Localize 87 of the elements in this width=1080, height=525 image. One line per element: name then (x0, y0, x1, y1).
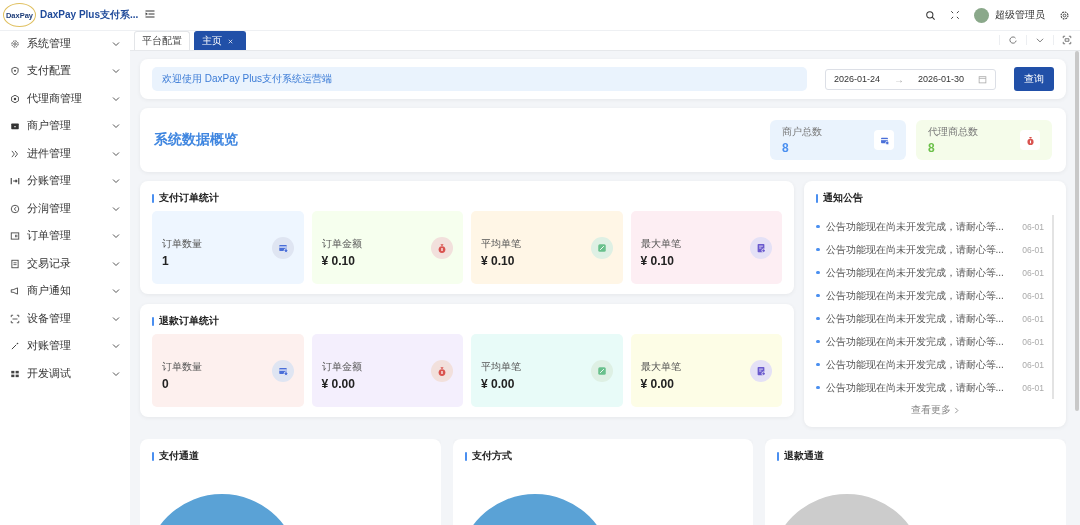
window-icon (10, 231, 20, 242)
view-more-link[interactable]: 查看更多 (910, 403, 960, 417)
card-icon (271, 359, 294, 382)
section-title: 支付订单统计 (159, 191, 219, 205)
sidebar-menu-item[interactable]: 开发调试 (0, 360, 130, 388)
counter-label: 商户总数 (782, 125, 823, 139)
card-icon (10, 121, 20, 132)
card-icon (874, 130, 894, 150)
wand-icon (10, 341, 20, 352)
notice-item[interactable]: 公告功能现在尚未开发完成，请耐心等... 06-01 (816, 330, 1044, 353)
stat-label: 平均单笔 (481, 360, 522, 374)
sidebar-menu-item[interactable]: 设备管理 (0, 305, 130, 333)
card-icon (271, 236, 294, 259)
stat-label: 最大单笔 (640, 237, 682, 251)
shield-icon (10, 66, 20, 77)
split-arrow-icon (10, 176, 20, 187)
tab[interactable]: 主页 (194, 31, 246, 50)
document-icon (750, 359, 772, 382)
date-range-field[interactable]: 2026-01-24 → 2026-01-30 (824, 68, 996, 90)
stat-label: 订单数量 (162, 360, 203, 374)
notice-item[interactable]: 公告功能现在尚未开发完成，请耐心等... 06-01 (816, 261, 1044, 284)
stat-value: ¥ 0.10 (321, 254, 356, 268)
notice-item[interactable]: 公告功能现在尚未开发完成，请耐心等... 06-01 (816, 284, 1044, 307)
gear-icon (10, 38, 20, 49)
section-title: 支付方式 (471, 449, 512, 463)
settings-icon[interactable] (1059, 9, 1070, 21)
sidebar-menu-item[interactable]: 系统管理 (0, 30, 130, 58)
notice-item[interactable]: 公告功能现在尚未开发完成，请耐心等... 06-01 (816, 238, 1044, 261)
sidebar-menu-item[interactable]: 对账管理 (0, 332, 130, 360)
sidebar-menu-item[interactable]: 支付配置 (0, 57, 130, 85)
section-title: 支付通道 (159, 449, 199, 463)
money-bag-icon (431, 236, 453, 259)
sidebar-menu-item[interactable]: 订单管理 (0, 222, 130, 250)
stat-value: 0 (162, 377, 170, 391)
percent-icon (590, 359, 613, 382)
search-icon[interactable] (925, 9, 936, 21)
notice-item[interactable]: 公告功能现在尚未开发完成，请耐心等... 06-01 (816, 215, 1044, 238)
stat-label: 订单金额 (321, 360, 363, 374)
money-bag-icon (431, 359, 453, 382)
stat-label: 订单金额 (321, 237, 363, 251)
notice-item[interactable]: 公告功能现在尚未开发完成，请耐心等... 06-01 (816, 376, 1044, 399)
coin-icon (10, 203, 20, 214)
percent-icon (590, 236, 613, 259)
stat-value: ¥ 0.00 (481, 377, 516, 391)
stat-value: ¥ 0.00 (321, 377, 356, 391)
chevron-right-icon (953, 406, 960, 414)
scan-icon (10, 313, 20, 324)
document-icon (750, 236, 772, 259)
notice-item[interactable]: 公告功能现在尚未开发完成，请耐心等... 06-01 (816, 307, 1044, 330)
calendar-icon (978, 74, 987, 84)
document-icon (10, 258, 20, 269)
stat-value: ¥ 0.10 (640, 254, 675, 268)
counter-value: 8 (782, 141, 790, 155)
sidebar-menu-item[interactable]: 交易记录 (0, 250, 130, 278)
sidebar-menu-item[interactable]: 代理商管理 (0, 85, 130, 113)
stat-label: 最大单笔 (640, 360, 682, 374)
overview-title: 系统数据概览 (154, 131, 239, 149)
double-chevron-icon (10, 148, 20, 159)
grid-icon (10, 368, 20, 379)
sidebar-menu-item[interactable]: 商户通知 (0, 277, 130, 305)
megaphone-icon (10, 286, 20, 297)
sidebar-menu-item[interactable]: 分账管理 (0, 167, 130, 195)
user-name[interactable]: 超级管理员 (995, 8, 1045, 22)
menu-icon[interactable] (144, 8, 157, 20)
sidebar-menu-item[interactable]: 商户管理 (0, 112, 130, 140)
welcome-banner: 欢迎使用 DaxPay Plus支付系统运营端 (152, 67, 807, 91)
tab[interactable]: 平台配置 (134, 31, 190, 50)
notice-item[interactable]: 公告功能现在尚未开发完成，请耐心等... 06-01 (816, 353, 1044, 376)
section-title: 通知公告 (823, 191, 863, 205)
hexagon-icon (10, 93, 20, 104)
money-bag-icon (1020, 130, 1040, 150)
section-title: 退款通道 (784, 449, 825, 463)
avatar[interactable] (974, 7, 989, 23)
counter-value: 8 (928, 141, 936, 155)
stat-label: 订单数量 (162, 237, 203, 251)
fullscreen-icon[interactable] (950, 10, 960, 20)
sidebar-menu-item[interactable]: 进件管理 (0, 140, 130, 168)
stat-label: 平均单笔 (481, 237, 522, 251)
app-title: DaxPay Plus支付系... (40, 8, 139, 22)
stat-value: ¥ 0.00 (640, 377, 675, 391)
query-button[interactable]: 查询 (1014, 67, 1054, 91)
close-icon[interactable] (227, 37, 234, 45)
sidebar-menu-item[interactable]: 分润管理 (0, 195, 130, 223)
counter-label: 代理商总数 (928, 125, 979, 139)
section-title: 退款订单统计 (159, 314, 219, 328)
stat-value: ¥ 0.10 (481, 254, 516, 268)
stat-value: 1 (162, 254, 170, 268)
